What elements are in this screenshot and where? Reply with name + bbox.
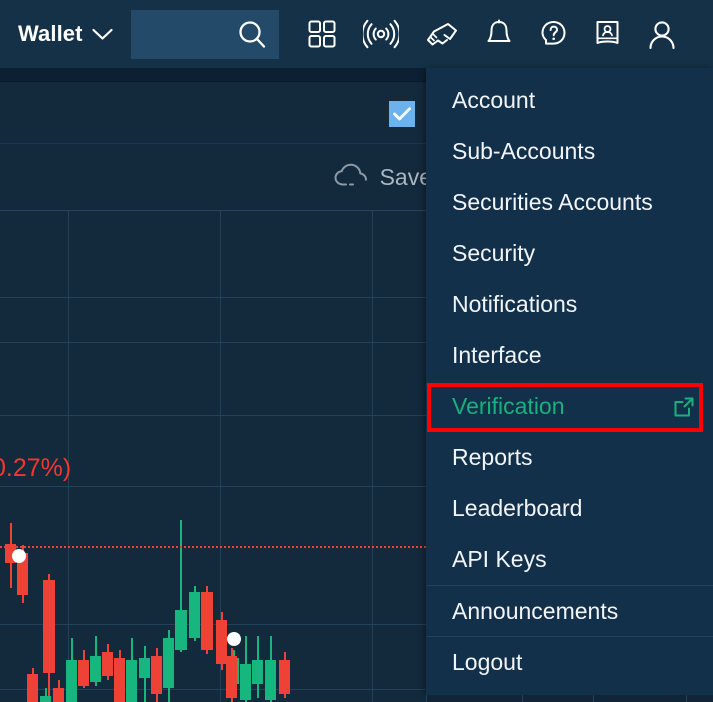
- menu-item-label: Reports: [452, 444, 533, 470]
- save-label: Save: [379, 163, 426, 190]
- candle: [102, 211, 113, 702]
- user-profile-icon[interactable]: [647, 19, 677, 50]
- external-link-icon: [673, 396, 695, 418]
- menu-item-label: Notifications: [452, 291, 578, 317]
- menu-item-announcements[interactable]: Announcements: [426, 585, 713, 636]
- menu-item-label: Logout: [452, 648, 523, 675]
- bottom-strip: [426, 695, 713, 702]
- menu-item-securities-accounts[interactable]: Securities Accounts: [426, 177, 713, 228]
- app-root: Wallet Save .27%) Account Sub-Accounts S…: [0, 0, 713, 702]
- candle: [279, 211, 290, 702]
- candle: [139, 211, 150, 702]
- menu-item-label: Verification: [452, 393, 565, 419]
- menu-item-api-keys[interactable]: API Keys: [426, 534, 713, 585]
- menu-item-label: Account: [452, 87, 536, 113]
- toggle-checkbox[interactable]: [389, 101, 415, 127]
- menu-item-label: Securities Accounts: [452, 189, 653, 215]
- apps-grid-icon[interactable]: [307, 19, 337, 49]
- wallet-label: Wallet: [18, 21, 83, 46]
- menu-item-reports[interactable]: Reports: [426, 432, 713, 483]
- cloud-icon: [334, 163, 368, 192]
- candle: [189, 211, 200, 702]
- chart-marker-dot: [227, 632, 241, 646]
- candle: [151, 211, 162, 702]
- menu-item-label: Leaderboard: [452, 495, 583, 521]
- strip-divider: [686, 695, 687, 702]
- account-dropdown-menu: Account Sub-Accounts Securities Accounts Se…: [426, 68, 713, 695]
- chevron-down-icon: [91, 28, 113, 41]
- header-icon-group: [307, 19, 677, 50]
- menu-item-sub-accounts[interactable]: Sub-Accounts: [426, 126, 713, 177]
- menu-item-account[interactable]: Account: [426, 75, 713, 126]
- search-input[interactable]: [130, 9, 241, 59]
- chart-marker-dot: [12, 549, 26, 563]
- search-box[interactable]: [130, 9, 279, 59]
- menu-item-label: Announcements: [452, 597, 619, 624]
- candle: [175, 211, 187, 702]
- help-question-icon[interactable]: [539, 19, 568, 50]
- candle: [90, 211, 101, 702]
- candle: [265, 211, 276, 702]
- strip-divider: [593, 695, 594, 702]
- menu-item-label: Interface: [452, 342, 542, 368]
- gridline-vertical: [372, 211, 373, 702]
- candle: [163, 211, 174, 702]
- broadcast-signal-icon[interactable]: [361, 19, 401, 49]
- top-strip: [0, 68, 426, 82]
- left-content-region: Save 0.27%): [0, 68, 426, 702]
- menu-item-verification[interactable]: Verification: [426, 381, 713, 432]
- menu-item-security[interactable]: Security: [426, 228, 713, 279]
- top-header-bar: Wallet: [0, 0, 713, 68]
- candlestick-chart[interactable]: 0.27%): [0, 211, 426, 702]
- candle: [201, 211, 213, 702]
- checkbox-row: [0, 82, 426, 144]
- strip-divider: [426, 695, 427, 702]
- menu-item-label: Sub-Accounts: [452, 138, 596, 164]
- check-icon: [393, 107, 411, 121]
- candle: [126, 211, 137, 702]
- candle: [226, 211, 237, 702]
- candle: [78, 211, 89, 702]
- menu-item-label: Security: [452, 240, 536, 266]
- menu-item-logout[interactable]: Logout: [426, 636, 713, 687]
- search-icon: [237, 19, 267, 49]
- menu-item-label: API Keys: [452, 546, 547, 572]
- save-button[interactable]: Save: [334, 163, 426, 192]
- wallet-dropdown[interactable]: Wallet: [18, 21, 113, 47]
- percent-change-label: 0.27%): [0, 454, 72, 482]
- menu-item-notifications[interactable]: Notifications: [426, 279, 713, 330]
- address-book-icon[interactable]: [594, 19, 621, 50]
- strip-divider: [522, 695, 523, 702]
- bell-notification-icon[interactable]: [485, 19, 513, 50]
- candle: [252, 211, 263, 702]
- save-row: Save: [0, 144, 426, 211]
- menu-item-leaderboard[interactable]: Leaderboard: [426, 483, 713, 534]
- candle: [114, 211, 125, 702]
- candle: [240, 211, 251, 702]
- price-reference-line: [0, 546, 426, 548]
- handshake-icon[interactable]: [425, 19, 459, 49]
- menu-item-interface[interactable]: Interface: [426, 330, 713, 381]
